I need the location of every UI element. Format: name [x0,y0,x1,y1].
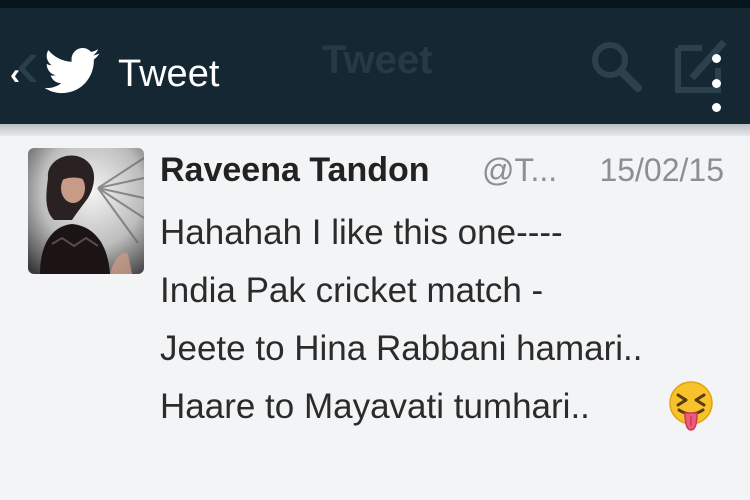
tweet-date: 15/02/15 [599,152,724,188]
overflow-menu-icon[interactable] [706,54,726,112]
tongue-out-emoji-icon [669,381,713,431]
tweet-header: Raveena Tandon @T... 15/02/15 [160,148,730,192]
toolbar-shadow [0,124,750,136]
twitter-bird-icon[interactable] [44,48,100,94]
avatar[interactable] [28,148,144,274]
tweet-line: India Pak cricket match - [160,271,544,310]
tweet-line: Haare to Mayavati tumhari.. [160,387,590,426]
author-name[interactable]: Raveena Tandon [160,148,430,192]
page-title: Tweet [118,53,220,95]
ghost-title: Tweet [322,38,433,82]
action-bar: ‹ Tweet ‹ Tweet [0,8,750,124]
tweet-text: Hahahah I like this one---- India Pak cr… [160,204,730,436]
search-icon[interactable] [586,36,646,96]
tweet-card[interactable]: Raveena Tandon @T... 15/02/15 Hahahah I … [0,136,750,500]
status-bar [0,0,750,8]
author-handle[interactable]: @T... [482,148,557,192]
tweet-line: Jeete to Hina Rabbani hamari.. [160,329,643,368]
tweet-line: Hahahah I like this one---- [160,213,563,252]
back-icon[interactable]: ‹ [10,60,20,90]
